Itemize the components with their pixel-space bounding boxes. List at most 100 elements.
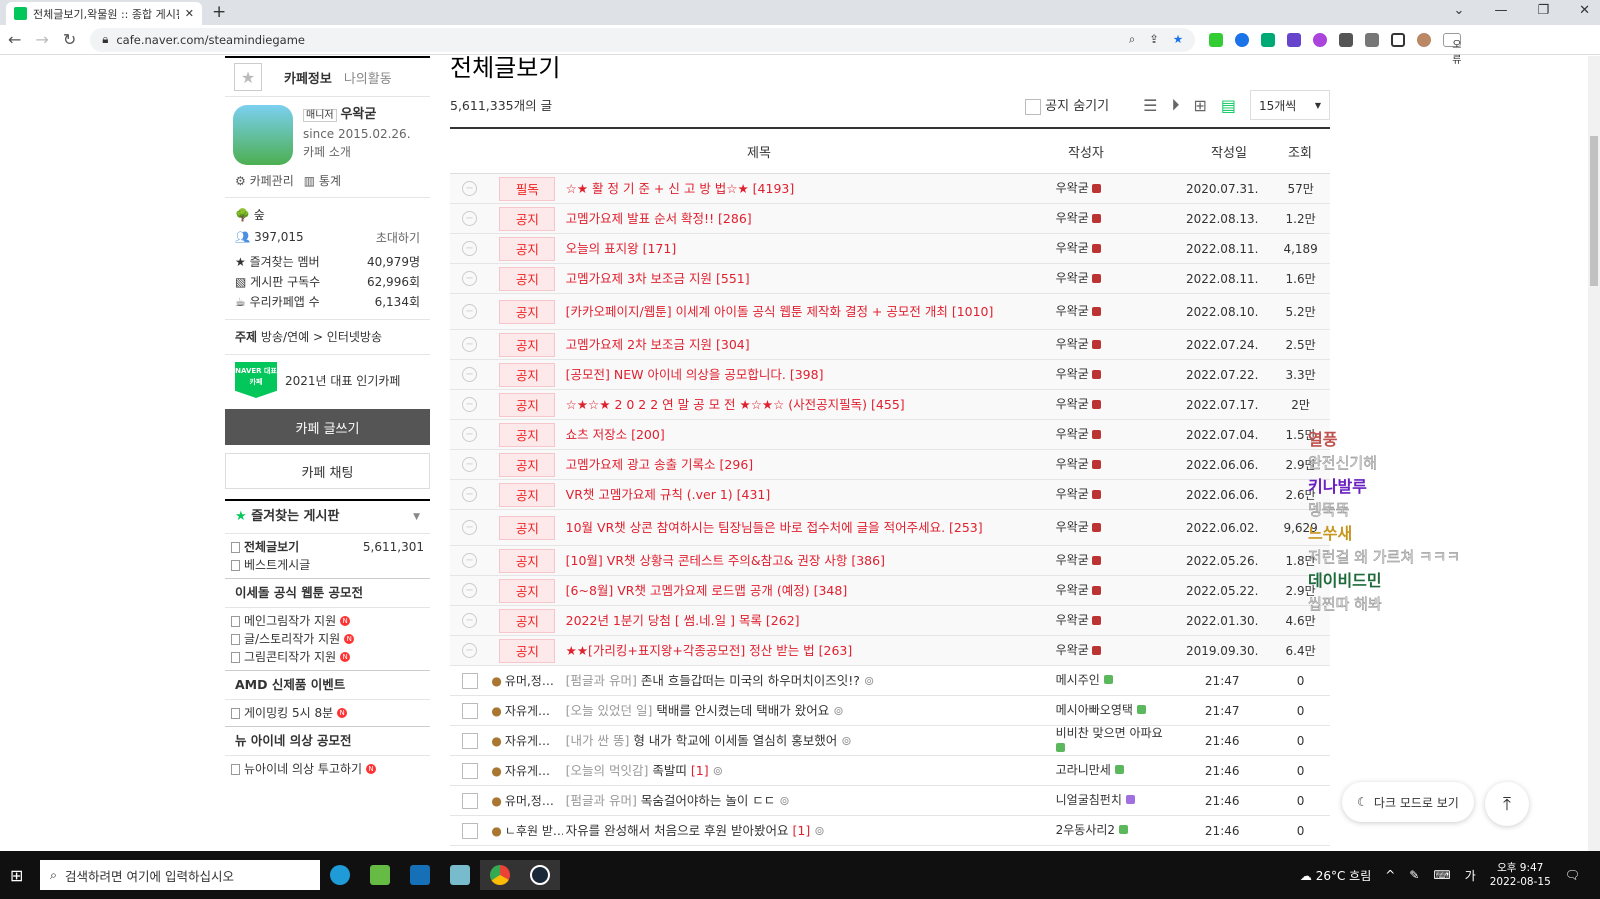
collapse-icon[interactable]: −: [462, 427, 478, 442]
author-link[interactable]: 우왁굳: [1056, 643, 1089, 658]
author-link[interactable]: 우왁굳: [1056, 520, 1089, 535]
new-window-icon[interactable]: ⊚: [864, 673, 874, 688]
author-link[interactable]: 우왁굳: [1056, 553, 1089, 568]
new-window-icon[interactable]: ⊚: [713, 763, 723, 778]
collapse-icon[interactable]: −: [462, 304, 478, 319]
star-icon[interactable]: ★: [234, 63, 262, 91]
weather-widget[interactable]: ☁ 26°C 흐림: [1300, 867, 1371, 884]
new-window-icon[interactable]: ⊚: [814, 823, 824, 838]
url-input[interactable]: 🔒︎ cafe.naver.com/steamindiegame ⌕ ⇪ ★: [90, 27, 1196, 52]
write-button[interactable]: 카페 글쓰기: [225, 409, 430, 445]
list-view-icon[interactable]: ☰: [1143, 96, 1157, 115]
share-icon[interactable]: ⇪: [1149, 32, 1159, 47]
notification-icon[interactable]: 🗨︎: [1565, 868, 1580, 882]
board-link[interactable]: ● 유머,정…: [491, 792, 563, 809]
post-title-link[interactable]: 목숨걸어야하는 놀이 ㄷㄷ: [641, 793, 775, 808]
board-item[interactable]: 게이밍킹 5시 8분 N: [225, 704, 430, 722]
new-tab-button[interactable]: +: [212, 2, 226, 22]
author-link[interactable]: 고라니만세: [1056, 763, 1111, 777]
board-item[interactable]: 메인그림작가 지원 N: [225, 612, 430, 630]
invite-link[interactable]: 초대하기: [376, 229, 420, 246]
cafe-admin-link[interactable]: ⚙ 카페관리: [235, 173, 294, 189]
post-title-link[interactable]: [공모전] NEW 아이네 의상을 공모합니다. [398]: [566, 367, 1056, 383]
author-link[interactable]: 우왁굳: [1056, 367, 1089, 382]
board-best[interactable]: 베스트게시글: [225, 556, 430, 574]
topic-link[interactable]: 방송/연예 > 인터넷방송: [261, 330, 382, 344]
author-link[interactable]: 우왁굳: [1056, 457, 1089, 472]
comment-count[interactable]: [1]: [691, 763, 709, 778]
post-title-link[interactable]: 존내 흐들갑떠는 미국의 하우머치이즈잇!?: [641, 673, 860, 688]
back-icon[interactable]: ←: [8, 30, 21, 49]
tab-cafe-info[interactable]: 카페정보: [284, 68, 332, 87]
extension-icon[interactable]: [1339, 32, 1354, 47]
author-link[interactable]: 우왁굳: [1056, 613, 1089, 628]
extension-icon[interactable]: [1313, 32, 1328, 47]
collapse-icon[interactable]: −: [462, 211, 478, 226]
extension-icon[interactable]: [1261, 32, 1276, 47]
author-link[interactable]: 메시주인: [1056, 673, 1100, 687]
cafe-logo[interactable]: [233, 105, 293, 165]
close-window-button[interactable]: ✕: [1579, 3, 1590, 18]
board-link[interactable]: ● 자유게…: [491, 732, 563, 749]
post-title-link[interactable]: 고멤가요제 발표 순서 확정!! [286]: [566, 211, 1056, 227]
collapse-icon[interactable]: −: [462, 337, 478, 352]
chat-button[interactable]: 카페 채팅: [225, 453, 430, 489]
scrollbar[interactable]: [1588, 56, 1600, 851]
pen-icon[interactable]: ✎: [1409, 868, 1419, 882]
tab-my-activity[interactable]: 나의활동: [344, 68, 392, 87]
author-link[interactable]: 우왁굳: [1056, 487, 1089, 502]
post-title-link[interactable]: [카카오페이지/웹툰] 이세계 아이돌 공식 웹툰 제작화 결정 + 공모전 개…: [566, 304, 1056, 320]
clock[interactable]: 오후 9:47 2022-08-15: [1490, 861, 1551, 889]
board-item[interactable]: 글/스토리작가 지원 N: [225, 630, 430, 648]
post-title-link[interactable]: 고멤가요제 광고 송출 기록소 [296]: [566, 457, 1056, 473]
post-title-link[interactable]: ☆★ 활 정 기 준 + 신 고 방 법☆★ [4193]: [566, 181, 1056, 197]
stats-link[interactable]: ▥ 통계: [304, 173, 341, 189]
post-title-link[interactable]: 고멤가요제 3차 보조금 지원 [551]: [566, 271, 1056, 287]
profile-button[interactable]: 오류: [1443, 32, 1461, 66]
author-link[interactable]: 우왁굳: [1056, 181, 1089, 196]
board-link[interactable]: ● ㄴ후원 받…: [491, 822, 563, 839]
tray-chevron-icon[interactable]: ^: [1385, 868, 1395, 882]
post-checkbox[interactable]: [461, 762, 478, 779]
keyboard-icon[interactable]: ⌨: [1433, 868, 1450, 882]
post-checkbox[interactable]: [461, 702, 478, 719]
collapse-icon[interactable]: −: [462, 397, 478, 412]
app-icon[interactable]: [440, 860, 480, 890]
post-title-link[interactable]: 고멤가요제 2차 보조금 지원 [304]: [566, 337, 1056, 353]
extension-icon[interactable]: [1287, 32, 1302, 47]
chrome-icon[interactable]: [480, 860, 520, 890]
video-view-icon[interactable]: ⏵: [1171, 95, 1179, 115]
new-window-icon[interactable]: ⊚: [779, 793, 789, 808]
post-title-link[interactable]: 오늘의 표지왕 [171]: [566, 241, 1056, 257]
scroll-top-button[interactable]: ⤒: [1485, 782, 1529, 826]
author-link[interactable]: 우왁굳: [1056, 241, 1089, 256]
post-title-link[interactable]: 쇼츠 저장소 [200]: [566, 427, 1056, 443]
author-link[interactable]: 비비찬 맞으면 아파요: [1056, 726, 1163, 740]
author-link[interactable]: 우왁굳: [1056, 337, 1089, 352]
post-checkbox[interactable]: [461, 732, 478, 749]
post-title-link[interactable]: VR챗 고멤가요제 규칙 (.ver 1) [431]: [566, 487, 1056, 503]
post-title-link[interactable]: [10월] VR챗 상황극 콘테스트 주의&참고& 권장 사항 [386]: [566, 553, 1056, 569]
collapse-icon[interactable]: −: [462, 487, 478, 502]
new-window-icon[interactable]: ⊚: [841, 733, 851, 748]
author-link[interactable]: 2우동사리2: [1056, 823, 1115, 837]
board-all-posts[interactable]: 전체글보기 5,611,301: [225, 538, 430, 556]
extension-icon[interactable]: [1209, 32, 1224, 47]
minecraft-icon[interactable]: [360, 860, 400, 890]
collapse-icon[interactable]: −: [462, 181, 478, 196]
bookmark-star-icon[interactable]: ★: [1173, 32, 1183, 47]
author-link[interactable]: 우왁굳: [1056, 427, 1089, 442]
collapse-icon[interactable]: −: [462, 643, 478, 658]
dark-mode-button[interactable]: ☾ 다크 모드로 보기: [1342, 782, 1474, 822]
collapse-icon[interactable]: −: [462, 613, 478, 628]
board-item[interactable]: 그림콘티작가 지원 N: [225, 648, 430, 666]
board-link[interactable]: ● 자유게…: [491, 702, 563, 719]
author-link[interactable]: 우왁굳: [1056, 304, 1089, 319]
post-title-link[interactable]: 10월 VR챗 상콘 참여하시는 팀장님들은 바로 접수처에 글을 적어주세요.…: [566, 520, 1056, 536]
puzzle-icon[interactable]: [1365, 32, 1380, 47]
vegas-icon[interactable]: [400, 860, 440, 890]
post-title-link[interactable]: [6~8월] VR챗 고멤가요제 로드맵 공개 (예정) [348]: [566, 583, 1056, 599]
collapse-icon[interactable]: −: [462, 553, 478, 568]
post-checkbox[interactable]: [461, 672, 478, 689]
grid-view-icon[interactable]: ⊞: [1193, 96, 1206, 115]
